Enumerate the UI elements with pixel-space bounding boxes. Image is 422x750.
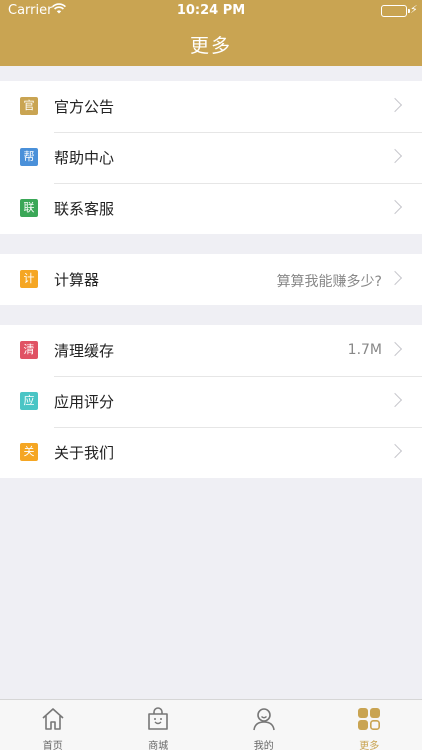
chevron-right-icon (387, 199, 403, 215)
list-item-label: 官方公告 (54, 98, 115, 116)
settings-group-3: 清 清理缓存 1.7M 应 应用评分 关 关于我们 (0, 325, 422, 478)
clock: 10:24 PM (176, 3, 246, 18)
list-item-label: 帮助中心 (54, 149, 115, 167)
rate-app-badge-icon: 应 (20, 392, 38, 410)
settings-group-2: 计 计算器 算算我能赚多少? (0, 254, 422, 305)
list-item-value: 算算我能赚多少? (276, 274, 382, 290)
grid-icon (356, 706, 382, 732)
announcement-badge-icon: 官 (20, 97, 38, 115)
charging-icon: ⚡ (410, 3, 418, 16)
chevron-right-icon (387, 97, 403, 113)
navigation-header: Carrier 10:24 PM ⚡ 更多 (0, 0, 422, 66)
list-item-contact-support[interactable]: 联 联系客服 (0, 183, 422, 234)
list-item-rate-app[interactable]: 应 应用评分 (0, 376, 422, 427)
clear-cache-badge-icon: 清 (20, 341, 38, 359)
list-item-calculator[interactable]: 计 计算器 算算我能赚多少? (0, 254, 422, 305)
chevron-right-icon (387, 392, 403, 408)
list-item-label: 联系客服 (54, 200, 115, 218)
user-icon (251, 706, 277, 732)
tab-home[interactable]: 首页 (0, 700, 106, 750)
status-bar: Carrier 10:24 PM ⚡ (0, 0, 422, 22)
list-item-help-center[interactable]: 帮 帮助中心 (0, 132, 422, 183)
contact-badge-icon: 联 (20, 199, 38, 217)
tab-label: 更多 (359, 741, 380, 750)
tab-label: 商城 (148, 741, 169, 750)
home-icon (40, 706, 66, 732)
tab-shop[interactable]: 商城 (106, 700, 212, 750)
tab-mine[interactable]: 我的 (211, 700, 317, 750)
tab-more[interactable]: 更多 (317, 700, 422, 750)
chevron-right-icon (387, 270, 403, 286)
about-badge-icon: 关 (20, 443, 38, 461)
shopping-bag-icon (145, 706, 171, 732)
calculator-badge-icon: 计 (20, 270, 38, 288)
tab-label: 首页 (42, 741, 63, 750)
list-item-announcements[interactable]: 官 官方公告 (0, 81, 422, 132)
chevron-right-icon (387, 341, 403, 357)
page-title: 更多 (189, 35, 232, 57)
tab-label: 我的 (253, 741, 274, 750)
chevron-right-icon (387, 148, 403, 164)
cache-size-value: 1.7M (347, 342, 382, 358)
list-item-label: 计算器 (54, 271, 100, 289)
help-badge-icon: 帮 (20, 148, 38, 166)
list-item-label: 清理缓存 (54, 342, 115, 360)
list-item-label: 应用评分 (54, 393, 115, 411)
settings-group-1: 官 官方公告 帮 帮助中心 联 联系客服 (0, 81, 422, 234)
list-item-clear-cache[interactable]: 清 清理缓存 1.7M (0, 325, 422, 376)
chevron-right-icon (387, 443, 403, 459)
battery-icon (381, 5, 410, 17)
list-item-label: 关于我们 (54, 444, 115, 462)
tab-bar: 首页 商城 我的 更多 (0, 699, 422, 750)
list-item-about-us[interactable]: 关 关于我们 (0, 427, 422, 478)
